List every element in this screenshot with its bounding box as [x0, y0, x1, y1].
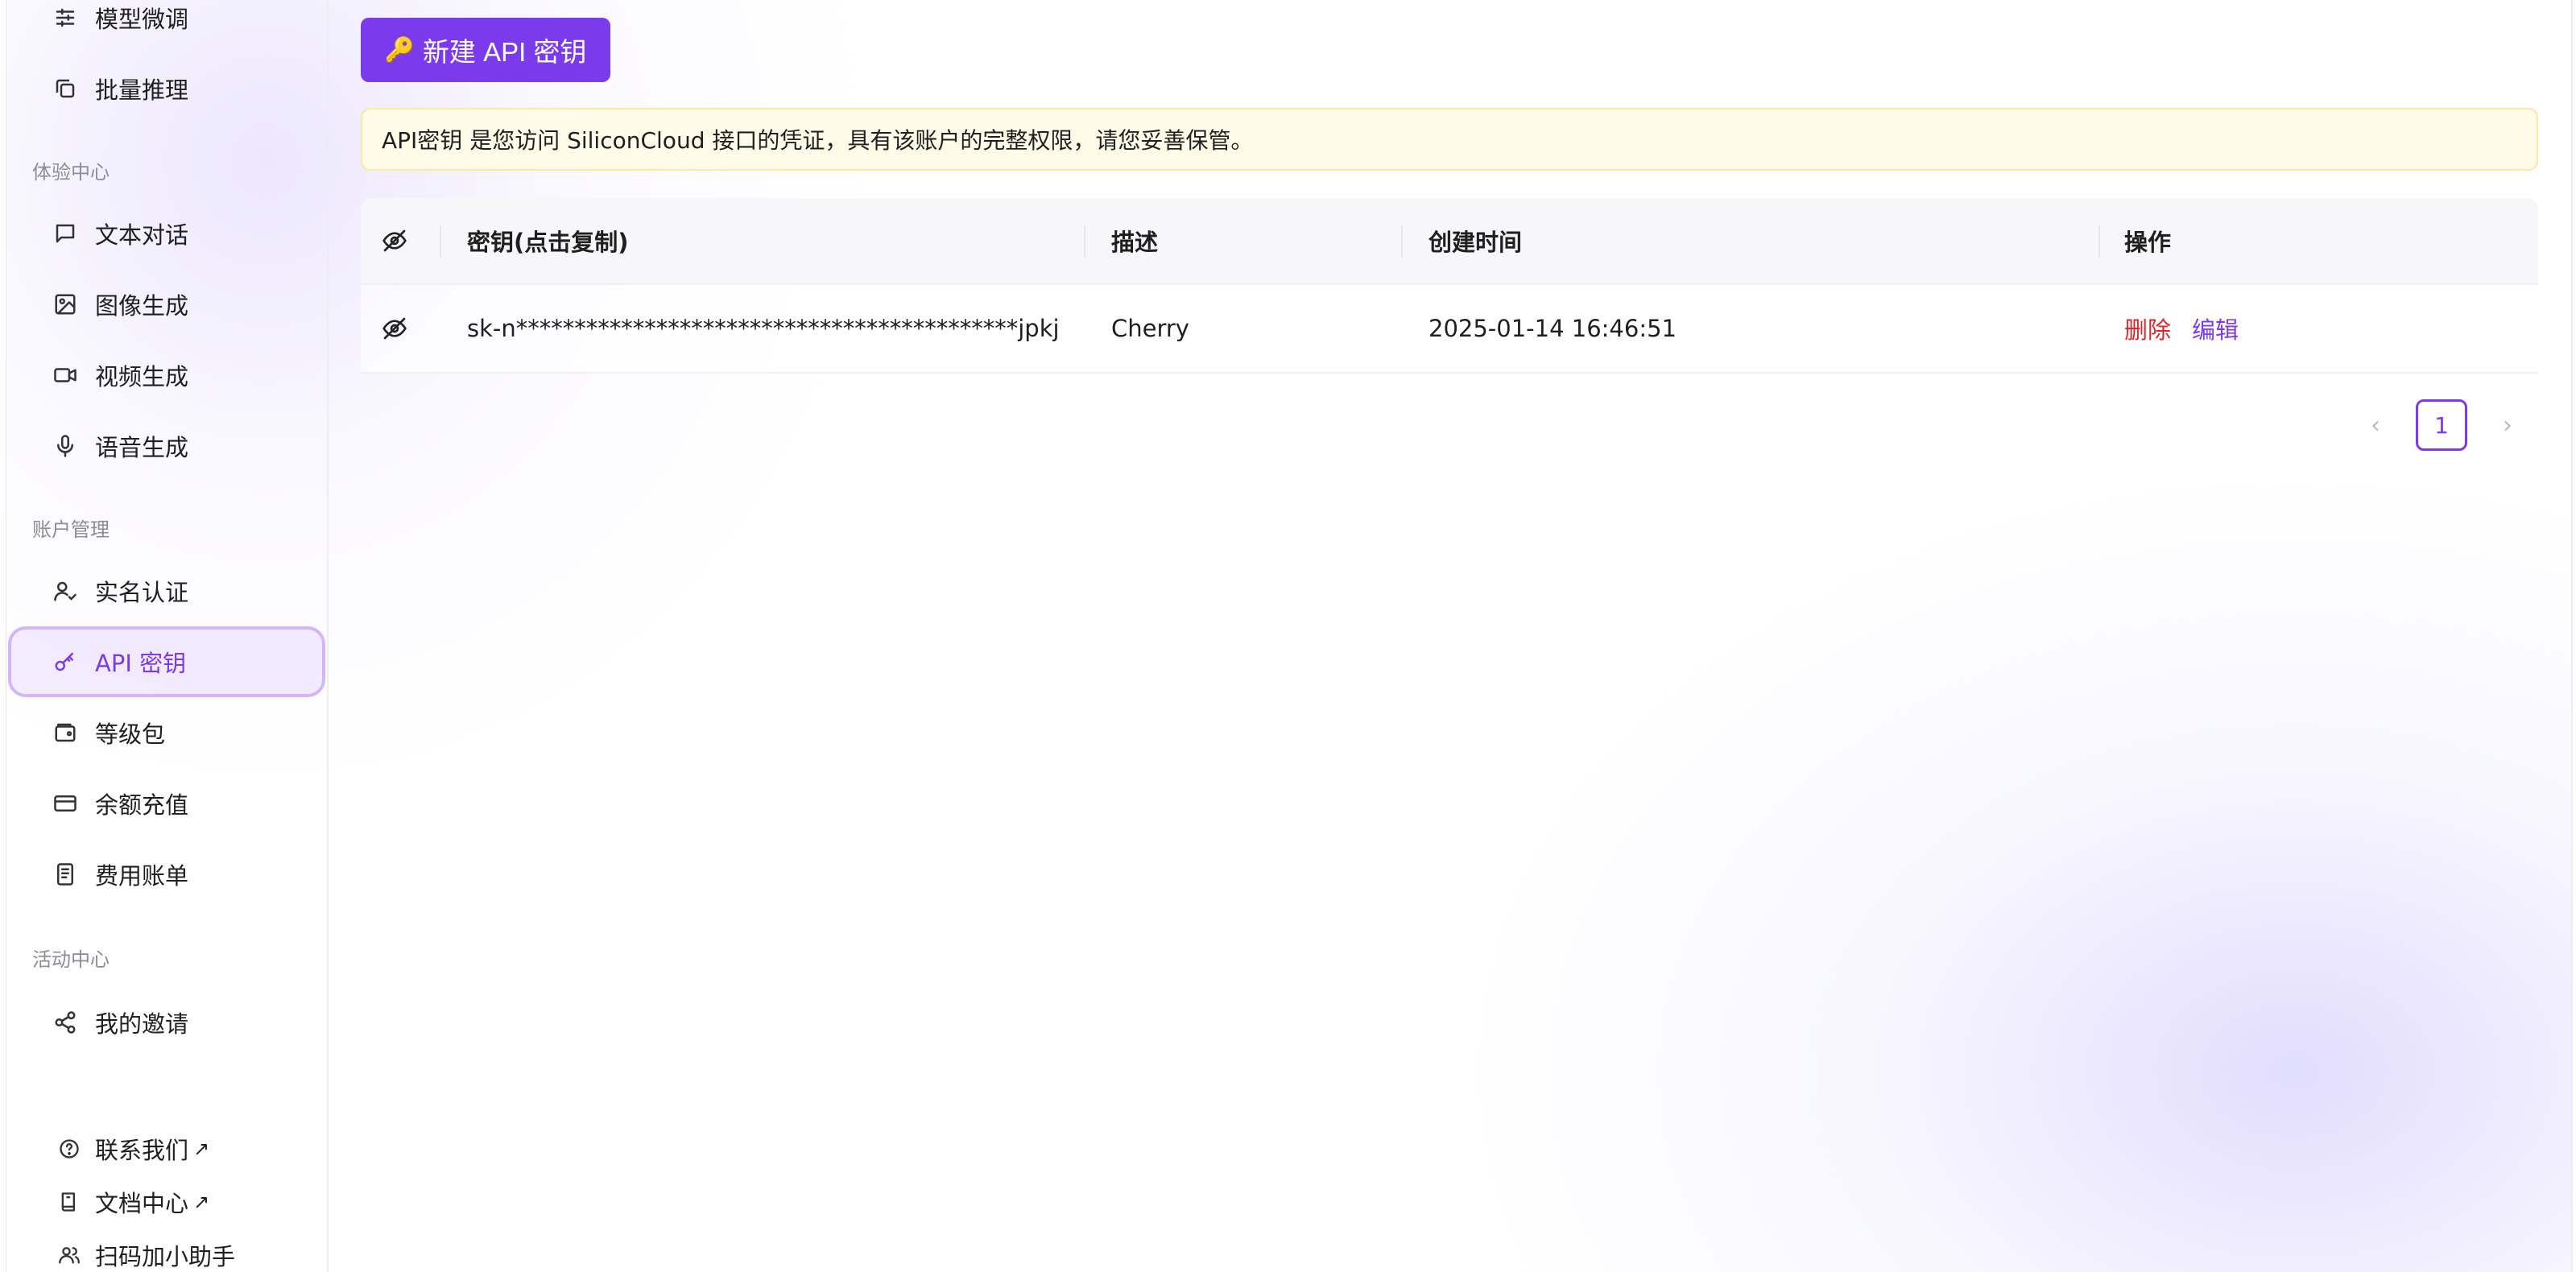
footer-label: 扫码加小助手: [95, 1243, 236, 1270]
sidebar-item-api-keys[interactable]: API 密钥: [8, 626, 325, 697]
copy-icon: [53, 76, 77, 101]
mic-icon: [53, 434, 77, 458]
new-api-key-button[interactable]: 🔑 新建 API 密钥: [361, 18, 610, 82]
user-check-icon: [53, 579, 77, 603]
notice-text: API密钥 是您访问 SiliconCloud 接口的凭证，具有该账户的完整权限…: [382, 127, 1254, 154]
sidebar-item-label: 语音生成: [95, 434, 189, 461]
sidebar-item-label: 我的邀请: [95, 1010, 189, 1038]
api-key-value[interactable]: sk-n************************************…: [467, 285, 1060, 372]
sidebar-item-label: 批量推理: [95, 76, 189, 104]
column-divider: [440, 225, 441, 258]
share-icon: [53, 1010, 77, 1035]
footer-contact-link[interactable]: 联系我们 ↗: [58, 1132, 209, 1166]
toggle-visibility-icon[interactable]: [382, 285, 407, 372]
row-actions: 删除 编辑: [2124, 285, 2239, 372]
sidebar-item-billing[interactable]: 费用账单: [8, 839, 325, 910]
column-header-key: 密钥(点击复制): [467, 229, 629, 256]
new-api-key-label: 新建 API 密钥: [422, 37, 587, 67]
sidebar-item-fine-tune[interactable]: 模型微调: [8, 0, 325, 53]
key-description: Cherry: [1111, 315, 1189, 342]
column-header-description: 描述: [1111, 229, 1159, 256]
group-title-account: 账户管理: [32, 518, 110, 541]
table-row: sk-n************************************…: [361, 285, 2538, 374]
sidebar-item-label: 文本对话: [95, 221, 189, 249]
image-icon: [53, 292, 77, 316]
sidebar-item-label: 模型微调: [95, 6, 189, 33]
sidebar: 模型微调 批量推理 体验中心 文本对话 图像生成 视频生成 语音生成 账户管理: [6, 0, 329, 1272]
page-1-button[interactable]: 1: [2416, 399, 2467, 451]
sidebar-item-label: 余额充值: [95, 791, 189, 819]
edit-key-link[interactable]: 编辑: [2192, 312, 2239, 345]
api-key-notice: API密钥 是您访问 SiliconCloud 接口的凭证，具有该账户的完整权限…: [361, 108, 2538, 171]
sidebar-item-chat[interactable]: 文本对话: [8, 198, 325, 269]
sidebar-item-label: 实名认证: [95, 579, 189, 606]
sidebar-item-audio[interactable]: 语音生成: [8, 411, 325, 481]
sidebar-item-level-pack[interactable]: 等级包: [8, 697, 325, 768]
key-created-time: 2025-01-14 16:46:51: [1429, 315, 1677, 342]
column-header-actions: 操作: [2124, 229, 2172, 256]
chat-icon: [53, 221, 77, 246]
receipt-icon: [53, 862, 77, 886]
pagination: ‹ 1 ›: [2359, 399, 2524, 451]
sidebar-item-recharge[interactable]: 余额充值: [8, 768, 325, 839]
sidebar-item-invites[interactable]: 我的邀请: [8, 987, 325, 1058]
sidebar-item-image[interactable]: 图像生成: [8, 269, 325, 340]
sidebar-item-label: 视频生成: [95, 363, 189, 390]
help-circle-icon: [58, 1138, 81, 1160]
column-divider: [2098, 225, 2100, 258]
left-edge: [0, 0, 6, 1272]
scrollbar-track[interactable]: [2571, 0, 2576, 1272]
sidebar-item-label: 等级包: [95, 721, 166, 748]
sidebar-item-verification[interactable]: 实名认证: [8, 555, 325, 626]
video-icon: [53, 363, 77, 387]
wallet-icon: [53, 721, 77, 745]
key-icon: [53, 650, 77, 674]
column-divider: [1401, 225, 1403, 258]
table-header: 密钥(点击复制) 描述 创建时间 操作: [361, 198, 2538, 285]
sidebar-item-batch[interactable]: 批量推理: [8, 53, 325, 124]
footer-label: 文档中心: [95, 1190, 189, 1217]
external-link-icon: ↗: [193, 1191, 210, 1213]
toggle-visibility-all-icon[interactable]: [382, 198, 407, 283]
sidebar-item-label: 费用账单: [95, 862, 189, 890]
sidebar-item-video[interactable]: 视频生成: [8, 340, 325, 411]
credit-card-icon: [53, 791, 77, 816]
column-divider: [1084, 225, 1085, 258]
group-title-experience: 体验中心: [32, 161, 110, 184]
group-title-activity: 活动中心: [32, 948, 110, 971]
api-keys-table: 密钥(点击复制) 描述 创建时间 操作 sk-n****************…: [361, 198, 2538, 374]
book-icon: [58, 1191, 81, 1213]
background-glow-bottom: [1449, 467, 2576, 1272]
column-header-created: 创建时间: [1429, 229, 1523, 256]
sidebar-item-label: API 密钥: [95, 650, 187, 677]
next-page-button[interactable]: ›: [2491, 411, 2524, 440]
delete-key-link[interactable]: 删除: [2124, 312, 2171, 345]
prev-page-button[interactable]: ‹: [2359, 411, 2392, 440]
footer-docs-link[interactable]: 文档中心 ↗: [58, 1185, 209, 1219]
footer-assistant-link[interactable]: 扫码加小助手: [58, 1238, 235, 1272]
key-emoji-icon: 🔑: [384, 36, 415, 64]
users-icon: [58, 1244, 81, 1266]
sidebar-item-label: 图像生成: [95, 292, 189, 320]
external-link-icon: ↗: [193, 1138, 210, 1160]
footer-label: 联系我们: [95, 1137, 189, 1164]
sliders-icon: [53, 6, 77, 30]
